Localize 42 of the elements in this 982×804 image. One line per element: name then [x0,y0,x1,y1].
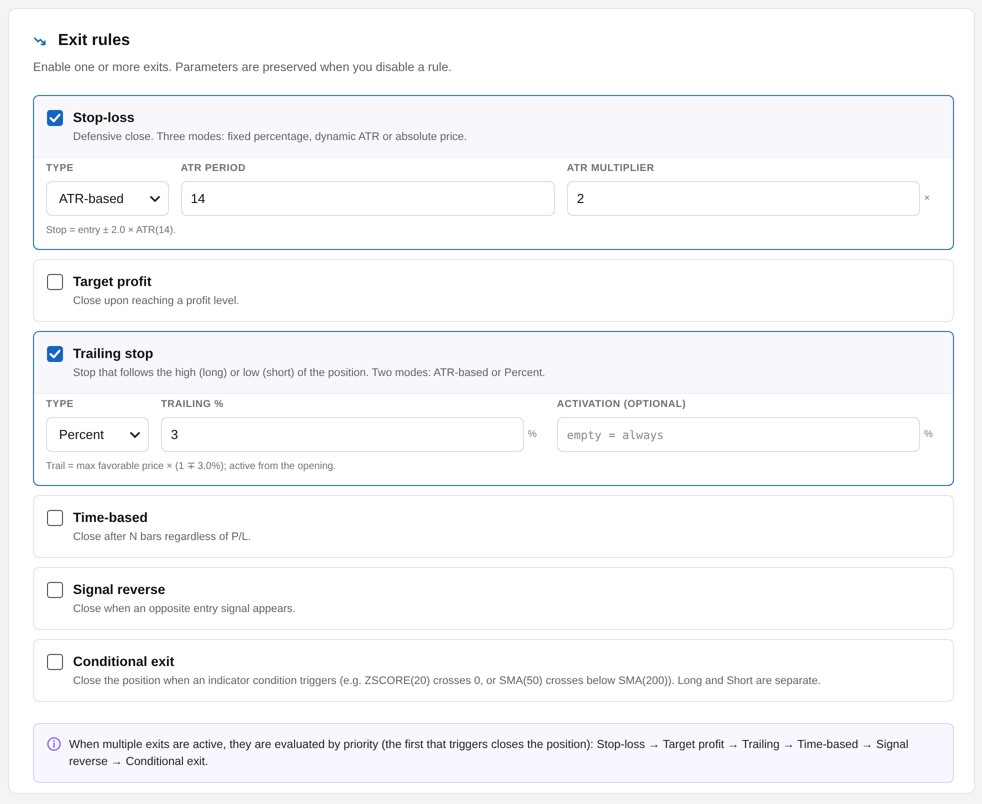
checkbox[interactable] [47,274,63,290]
unit-label: % [528,429,538,440]
hint-text: Trail = max favorable price × (1 ∓ 3.0%); active from the opening. [46,460,337,473]
checkbox[interactable] [47,654,63,670]
rule-title: Signal reverse [73,581,166,599]
field-label: ACTIVATION (OPTIONAL) [556,399,688,411]
input-field[interactable]: empty = always [556,417,920,452]
rule-description: Defensive close. Three modes: fixed percentage, dynamic ATR or absolute price. [73,130,467,145]
unit-label: × [924,193,931,204]
rule-title: Stop-loss [73,109,136,127]
rule-title: Conditional exit [73,653,176,671]
checkbox[interactable] [47,110,63,126]
checkbox[interactable] [47,510,63,526]
field-label: ATR MULTIPLIER [566,163,656,175]
unit-label: % [924,429,934,440]
rule-description: Close after N bars regardless of P/L. [73,530,251,545]
trend-down-icon [34,36,46,46]
rule-description: Close upon reaching a profit level. [73,294,240,309]
field-label: TYPE [46,399,75,411]
field-label: ATR PERIOD [180,163,247,175]
field-label: TYPE [46,163,75,175]
rule-title: Trailing stop [73,345,154,363]
caret-icon [130,432,140,438]
section-title: Exit rules [58,31,130,51]
rule-description: Close when an opposite entry signal appears. [73,602,296,617]
rule-description: Close the position when an indicator condition triggers (e.g. ZSCORE(20) crosses 0, or SMA(50) crosses below SMA(200)). Long and Short are separate. [73,674,821,689]
field-label: TRAILING % [160,399,225,411]
rule-description: Stop that follows the high (long) or low (short) of the position. Two modes: ATR-based or Percent. [73,366,546,381]
caret-icon [150,196,160,202]
notice-text: When multiple exits are active, they are evaluated by priority (the first that triggers closes the position): Stop-loss → Target profit → Trailing → Time-based → Signal reverse → Conditional exit. [69,737,910,770]
input-field[interactable]: 3 [160,417,524,452]
section-subtitle: Enable one or more exits. Parameters are preserved when you disable a rule. [33,59,453,75]
rule-title: Target profit [73,273,152,291]
input-field[interactable]: 2 [566,181,920,216]
checkbox[interactable] [47,582,63,598]
rule-title: Time-based [73,509,149,527]
type-select[interactable]: ATR-based [46,181,169,216]
info-icon [47,737,61,751]
type-select[interactable]: Percent [46,417,149,452]
hint-text: Stop = entry ± 2.0 × ATR(14). [46,224,177,237]
checkbox[interactable] [47,346,63,362]
input-field[interactable]: 14 [180,181,555,216]
